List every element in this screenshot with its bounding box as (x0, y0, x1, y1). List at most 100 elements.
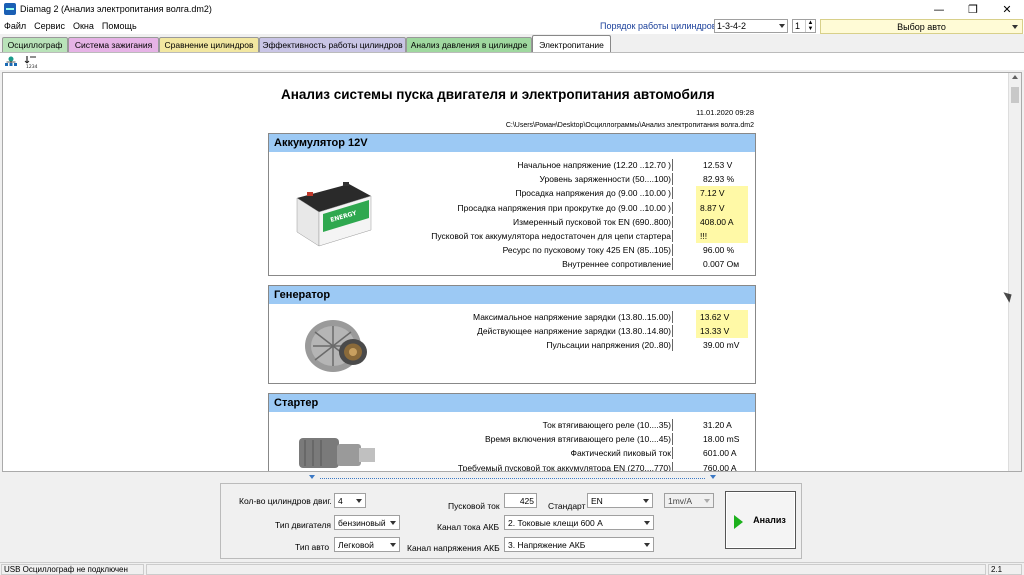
panel-splitter[interactable] (0, 472, 1024, 482)
current-channel-value: 2. Токовые клещи 600 А (508, 517, 603, 528)
row-value-warning: 408.00 A (696, 214, 748, 229)
voltage-channel-select[interactable]: 3. Напряжение АКБ (504, 537, 654, 552)
restore-button[interactable]: ❐ (956, 0, 990, 18)
report-view[interactable]: Анализ системы пуска двигателя и электро… (2, 72, 1022, 472)
status-bar: USB Осциллограф не подключен 2.1 (0, 562, 1024, 575)
cylinder-count-label: Кол-во цилиндров двиг. (239, 496, 332, 506)
app-icon (4, 3, 16, 15)
battery-icon: ENERGY (296, 182, 372, 247)
minimize-button[interactable]: — (922, 0, 956, 18)
tab-pressure-analysis[interactable]: Анализ давления в цилиндре (406, 37, 532, 52)
cylinder-order-select[interactable]: 1-3-4-2 (714, 19, 788, 33)
network-icon[interactable] (4, 55, 18, 69)
starter-icon (299, 438, 375, 468)
row-label: Просадка напряжения при прокрутке до (9.… (457, 202, 671, 213)
row-label: Уровень заряженности (50....100) (539, 174, 672, 185)
scale-value: 1mv/A (668, 495, 693, 506)
toolbar: 1234 (0, 52, 1024, 70)
splitter-line (320, 478, 705, 479)
row-label: Ресурс по пусковому току 425 EN (85..105… (502, 245, 671, 256)
row-value: 18.00 mS (703, 434, 740, 445)
chevron-down-icon (644, 521, 650, 525)
splitter-arrow-icon (710, 475, 716, 479)
row-value-warning: 8.87 V (696, 200, 748, 215)
cylinder-spinner[interactable]: 1 ▲ ▼ (792, 19, 816, 33)
table-row: Время включения втягивающего реле (10...… (389, 432, 751, 446)
scale-select: 1mv/A (664, 493, 714, 508)
tab-cylinder-efficiency[interactable]: Эффективность работы цилиндров (259, 37, 406, 52)
section-title: Стартер (269, 394, 755, 412)
table-row: Просадка напряжения до (9.00 ..10.00 ) 7.… (389, 186, 751, 201)
standard-label: Стандарт (548, 501, 586, 511)
table-row: Пусковой ток аккумулятора недостаточен д… (389, 228, 751, 244)
row-value: 82.93 % (703, 174, 735, 185)
cylinder-count-select[interactable]: 4 (334, 493, 366, 508)
row-label: Фактический пиковый ток (570, 448, 672, 459)
row-label: Максимальное напряжение зарядки (13.80..… (473, 312, 671, 322)
row-label: Требуемый пусковой ток аккумулятора EN (… (457, 462, 671, 472)
chevron-down-icon (390, 521, 396, 525)
play-icon (734, 515, 743, 529)
table-row: Уровень заряженности (50....100) 82.93 % (389, 172, 751, 186)
battery-rows: Начальное напряжение (12.20 ..12.70 ) 12.… (389, 158, 751, 272)
row-value: 0.007 Ом (703, 259, 740, 270)
cylinder-count-value: 4 (338, 495, 343, 506)
menu-help[interactable]: Помощь (98, 21, 141, 31)
row-value-warning: 13.33 V (696, 324, 748, 339)
row-label: Ток втягивающего реле (10....35) (542, 420, 671, 430)
car-type-select[interactable]: Легковой (334, 537, 400, 552)
row-value: 31.20 A (703, 420, 732, 430)
status-version: 2.1 (988, 564, 1022, 575)
cylinder-spinner-value: 1 (795, 21, 801, 31)
table-row: Пульсации напряжения (20..80) 39.00 mV (389, 338, 751, 352)
chevron-down-icon (643, 499, 649, 503)
cylinder-order-label: Порядок работы цилиндров (600, 21, 717, 31)
vertical-scrollbar[interactable] (1008, 73, 1021, 471)
analyze-button-label: Анализ (753, 515, 786, 525)
splitter-arrow-icon (309, 475, 315, 479)
numbering-icon[interactable]: 1234 (24, 55, 38, 69)
current-channel-select[interactable]: 2. Токовые клещи 600 А (504, 515, 654, 530)
generator-section: Генератор Максимальное напряжение зарядк… (268, 285, 756, 384)
spinner-arrows-icon[interactable]: ▲ ▼ (805, 20, 815, 32)
start-current-label: Пусковой ток (448, 501, 500, 511)
chevron-down-icon (779, 24, 785, 28)
table-row: Просадка напряжения при прокрутке до (9.… (389, 200, 751, 215)
tab-cylinder-compare[interactable]: Сравнение цилиндров (159, 37, 259, 52)
scroll-up-icon[interactable] (1012, 75, 1018, 79)
section-title: Аккумулятор 12V (269, 134, 755, 152)
status-connection: USB Осциллограф не подключен (1, 564, 144, 575)
car-select-label: Выбор авто (897, 21, 946, 32)
analyze-button[interactable]: Анализ (725, 491, 796, 549)
row-label: Просадка напряжения до (9.00 ..10.00 ) (515, 188, 671, 199)
title-bar: Diamag 2 (Анализ электропитания волга.dm… (0, 0, 1024, 18)
row-label: Начальное напряжение (12.20 ..12.70 ) (517, 160, 671, 170)
tab-bar: Осциллограф Система зажигания Сравнение … (0, 35, 1024, 53)
table-row: Начальное напряжение (12.20 ..12.70 ) 12.… (389, 158, 751, 172)
menu-windows[interactable]: Окна (69, 21, 98, 31)
scroll-thumb[interactable] (1011, 87, 1019, 103)
engine-type-select[interactable]: бензиновый (334, 515, 400, 530)
tab-ignition[interactable]: Система зажигания (68, 37, 159, 52)
voltage-channel-label: Канал напряжения АКБ (407, 543, 500, 553)
tab-oscilloscope[interactable]: Осциллограф (2, 37, 68, 52)
tab-power-supply[interactable]: Электропитание (532, 35, 611, 53)
battery-section: Аккумулятор 12V ENERGY Начальное напряже… (268, 133, 756, 276)
menu-service[interactable]: Сервис (30, 21, 69, 31)
table-row: Внутреннее сопротивление 0.007 Ом (389, 257, 751, 271)
row-value: 96.00 % (703, 245, 735, 256)
row-value-warning: 13.62 V (696, 310, 748, 325)
car-select[interactable]: Выбор авто (820, 19, 1023, 34)
standard-select[interactable]: EN (587, 493, 653, 508)
start-current-input[interactable]: 425 (504, 493, 537, 508)
generator-rows: Максимальное напряжение зарядки (13.80..… (389, 310, 751, 353)
row-value: 601.00 A (703, 448, 737, 459)
row-value: 760.00 A (703, 462, 737, 472)
row-label: Измеренный пусковой ток EN (690..800) (513, 216, 671, 227)
engine-type-label: Тип двигателя (275, 520, 332, 530)
close-button[interactable]: ✕ (990, 0, 1024, 18)
svg-text:1234: 1234 (26, 64, 38, 69)
table-row: Фактический пиковый ток 601.00 A (389, 446, 751, 460)
menu-file[interactable]: Файл (0, 21, 30, 31)
chevron-down-icon (644, 543, 650, 547)
